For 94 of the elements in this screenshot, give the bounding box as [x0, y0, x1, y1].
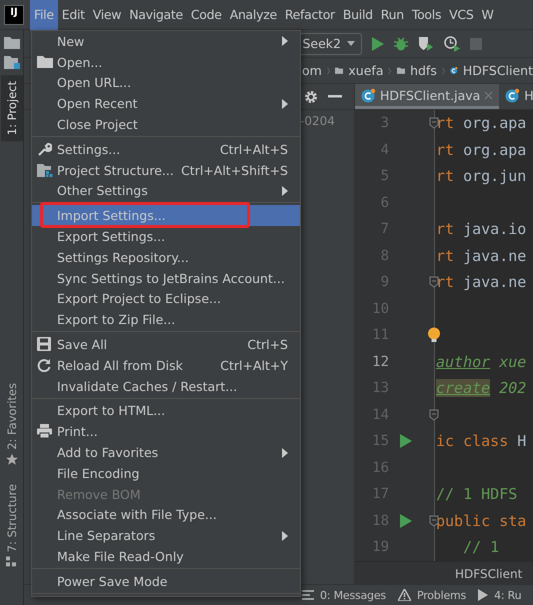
menu-item[interactable]: Export to HTML...: [32, 400, 300, 422]
menu-item[interactable]: Close Project: [32, 114, 300, 135]
app-logo: IJ: [4, 4, 24, 24]
star-icon: [6, 454, 18, 466]
code-line: rt java.ne: [435, 273, 526, 292]
menu-title[interactable]: W: [477, 0, 498, 30]
folder-icon[interactable]: [4, 55, 20, 69]
menu-item[interactable]: Open URL...: [32, 72, 300, 94]
shield-run-icon[interactable]: [418, 36, 434, 51]
menu-item[interactable]: Other Settings: [32, 180, 300, 202]
code-line: rt org.apa: [435, 114, 526, 132]
menu-title[interactable]: Code: [186, 0, 226, 30]
tool-window-tab[interactable]: 7: Structure: [0, 478, 22, 573]
fold-icon[interactable]: [429, 408, 439, 421]
code-line: // 1: [462, 538, 500, 556]
menu-item[interactable]: Export Settings...: [32, 226, 300, 247]
code-line: public sta: [435, 512, 526, 530]
menu-title[interactable]: Analyze: [226, 0, 281, 30]
settings-icon[interactable]: [304, 90, 318, 104]
project-folder-icon: [4, 36, 20, 49]
printer-icon: [37, 424, 52, 438]
class-icon: [505, 88, 520, 102]
list-icon: [302, 590, 314, 600]
run-icon: [478, 589, 488, 601]
menu-title[interactable]: Build: [338, 0, 377, 30]
status-tab[interactable]: 0: Messages: [320, 588, 386, 602]
caret-icon: [347, 41, 355, 46]
menu-item[interactable]: Power Save Mode: [32, 570, 300, 592]
code-line: rt org.apa: [435, 140, 526, 159]
reload-icon: [37, 358, 51, 372]
menu-title[interactable]: Run: [376, 0, 408, 30]
submenu-arrow-icon: [282, 98, 288, 109]
code-line: create 202: [435, 379, 526, 398]
editor-tab[interactable]: H: [499, 84, 533, 109]
submenu-arrow-icon: [282, 530, 288, 541]
menu-item[interactable]: Project Structure... Ctrl+Alt+Shift+S: [32, 160, 300, 181]
save-icon: [37, 337, 51, 352]
structure-icon: [6, 556, 17, 567]
tool-window-tab[interactable]: 1: Project: [0, 75, 22, 142]
menu-item[interactable]: Export Project to Eclipse...: [32, 288, 300, 310]
code-line: author xue: [435, 352, 526, 371]
menu-title[interactable]: Refactor: [280, 0, 339, 30]
menu-item[interactable]: File Encoding: [32, 462, 300, 484]
bug-icon[interactable]: [394, 36, 408, 50]
run-gutter-icon[interactable]: [400, 434, 412, 448]
menu-item[interactable]: Associate with File Type...: [32, 504, 300, 526]
code-line: rt java.ne: [435, 246, 526, 265]
menu-item[interactable]: Open Recent: [32, 93, 300, 114]
submenu-arrow-icon: [282, 36, 288, 46]
menu-title[interactable]: View: [88, 0, 126, 30]
breadcrumb-item[interactable]: hdfs: [410, 63, 437, 78]
menu-title[interactable]: VCS: [445, 0, 478, 30]
menu-item[interactable]: Invalidate Caches / Restart...: [32, 376, 300, 397]
code-line: rt org.jun: [435, 167, 526, 186]
menu-item[interactable]: Print...: [32, 421, 300, 442]
menu-item[interactable]: Sync Settings to JetBrains Account...: [32, 268, 300, 289]
menu-item[interactable]: Settings... Ctrl+Alt+S: [32, 138, 300, 160]
menu-item[interactable]: Open...: [32, 52, 300, 73]
fold-icon[interactable]: [429, 514, 439, 527]
lightbulb-icon[interactable]: [427, 327, 441, 344]
menu-title[interactable]: Navigate: [125, 0, 187, 30]
code-line: // 1 HDFS: [435, 485, 518, 504]
menu-title[interactable]: Tools: [408, 0, 446, 30]
folder-icon: [37, 54, 53, 68]
code-line: ic class H: [435, 432, 526, 450]
menu-item[interactable]: Line Separators: [32, 525, 300, 546]
status-tab[interactable]: 4: Ru: [494, 588, 522, 602]
submenu-arrow-icon: [282, 186, 288, 196]
menu-item[interactable]: Reload All from Disk Ctrl+Alt+Y: [32, 354, 300, 376]
status-tab[interactable]: Problems: [416, 588, 466, 602]
code-line: rt java.io: [435, 220, 526, 238]
clock-run-icon[interactable]: [444, 36, 460, 52]
folder-grid-icon: [37, 162, 53, 177]
submenu-arrow-icon: [282, 448, 288, 458]
warning-icon: [398, 589, 411, 601]
fold-icon[interactable]: [429, 276, 439, 288]
class-icon: [361, 88, 376, 102]
fold-icon[interactable]: [429, 117, 439, 130]
breadcrumb-item[interactable]: om: [302, 63, 322, 78]
run-icon[interactable]: [372, 36, 384, 50]
minimize-icon[interactable]: [328, 95, 342, 98]
menu-title[interactable]: Edit: [58, 0, 89, 30]
breadcrumb-item[interactable]: xuefa: [348, 63, 384, 78]
editor-tab[interactable]: HDFSClient.java: [355, 84, 500, 109]
menu-item[interactable]: Export to Zip File...: [32, 309, 300, 330]
wrench-icon: [37, 142, 52, 157]
run-gutter-icon[interactable]: [400, 514, 412, 528]
breadcrumb-item[interactable]: HDFSClient: [462, 63, 533, 78]
tool-window-tab[interactable]: 2: Favorites: [0, 376, 22, 472]
menu-item[interactable]: Make File Read-Only: [32, 546, 300, 567]
menu-item[interactable]: Save All Ctrl+S: [32, 334, 300, 355]
menu-item[interactable]: Settings Repository...: [32, 246, 300, 268]
menu-item[interactable]: Add to Favorites: [32, 442, 300, 463]
line-number: 12: [371, 354, 389, 370]
